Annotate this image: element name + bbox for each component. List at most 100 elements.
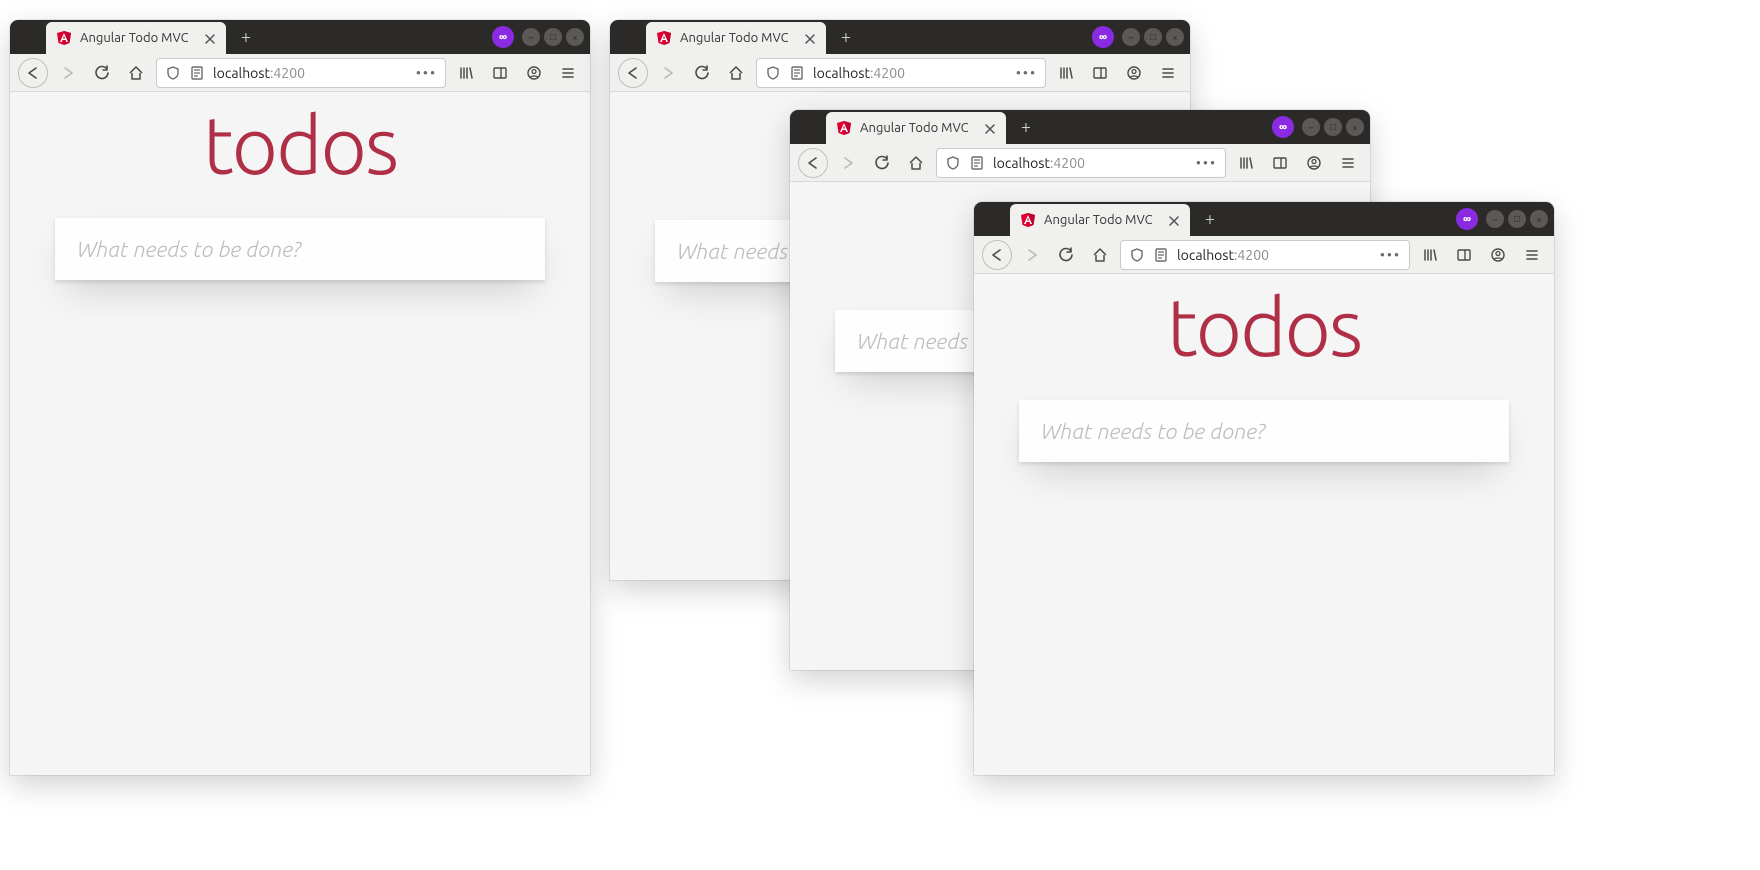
new-todo-input[interactable]: What needs to be done? [55, 218, 545, 280]
back-button[interactable] [798, 148, 828, 178]
navbar: localhost:4200 ••• [10, 54, 590, 92]
titlebar: Angular Todo MVC + ∞ – □ × [610, 20, 1190, 54]
close-window-button[interactable]: × [1346, 118, 1364, 136]
maximize-button[interactable]: □ [1324, 118, 1342, 136]
minimize-button[interactable]: – [1486, 210, 1504, 228]
page-content: todos What needs to be done? [974, 274, 1554, 775]
shield-icon [1129, 247, 1145, 263]
angular-icon [836, 120, 852, 136]
library-button[interactable] [1052, 59, 1080, 87]
home-button[interactable] [722, 59, 750, 87]
address-bar[interactable]: localhost:4200 ••• [1120, 240, 1410, 270]
library-button[interactable] [1416, 241, 1444, 269]
forward-button[interactable] [654, 59, 682, 87]
tab-title: Angular Todo MVC [860, 121, 974, 135]
new-todo-input[interactable]: What needs to be done? [1019, 400, 1509, 462]
close-tab-icon[interactable] [202, 31, 216, 45]
address-bar[interactable]: localhost:4200 ••• [156, 58, 446, 88]
minimize-button[interactable]: – [522, 28, 540, 46]
maximize-button[interactable]: □ [1508, 210, 1526, 228]
new-tab-button[interactable]: + [232, 23, 260, 51]
back-button[interactable] [982, 240, 1012, 270]
address-bar[interactable]: localhost:4200 ••• [756, 58, 1046, 88]
url-text: localhost:4200 [813, 65, 905, 81]
angular-icon [656, 30, 672, 46]
reload-button[interactable] [88, 59, 116, 87]
reload-button[interactable] [1052, 241, 1080, 269]
close-window-button[interactable]: × [566, 28, 584, 46]
home-button[interactable] [1086, 241, 1114, 269]
page-actions-icon[interactable]: ••• [416, 65, 437, 81]
address-bar[interactable]: localhost:4200 ••• [936, 148, 1226, 178]
sidebar-button[interactable] [1266, 149, 1294, 177]
private-browsing-icon: ∞ [1092, 26, 1114, 48]
library-button[interactable] [1232, 149, 1260, 177]
page-content: todos What needs to be done? [10, 92, 590, 775]
tab-title: Angular Todo MVC [680, 31, 794, 45]
menu-button[interactable] [1518, 241, 1546, 269]
forward-button[interactable] [1018, 241, 1046, 269]
titlebar: Angular Todo MVC + ∞ – □ × [790, 110, 1370, 144]
browser-tab[interactable]: Angular Todo MVC [826, 112, 1006, 144]
angular-icon [1020, 212, 1036, 228]
close-tab-icon[interactable] [1166, 213, 1180, 227]
close-window-button[interactable]: × [1166, 28, 1184, 46]
new-todo-placeholder: What needs to be done? [1041, 419, 1265, 444]
browser-window: Angular Todo MVC + ∞ – □ × localhost:420… [10, 20, 590, 775]
close-window-button[interactable]: × [1530, 210, 1548, 228]
browser-window: Angular Todo MVC + ∞ – □ × localhost:420… [974, 202, 1554, 775]
maximize-button[interactable]: □ [1144, 28, 1162, 46]
account-button[interactable] [520, 59, 548, 87]
menu-button[interactable] [554, 59, 582, 87]
browser-tab[interactable]: Angular Todo MVC [646, 22, 826, 54]
browser-tab[interactable]: Angular Todo MVC [46, 22, 226, 54]
angular-icon [56, 30, 72, 46]
page-actions-icon[interactable]: ••• [1380, 247, 1401, 263]
account-button[interactable] [1300, 149, 1328, 177]
maximize-button[interactable]: □ [544, 28, 562, 46]
url-text: localhost:4200 [1177, 247, 1269, 263]
close-tab-icon[interactable] [982, 121, 996, 135]
back-button[interactable] [18, 58, 48, 88]
page-info-icon [1153, 247, 1169, 263]
page-info-icon [789, 65, 805, 81]
menu-button[interactable] [1334, 149, 1362, 177]
library-button[interactable] [452, 59, 480, 87]
minimize-button[interactable]: – [1122, 28, 1140, 46]
url-text: localhost:4200 [993, 155, 1085, 171]
navbar: localhost:4200 ••• [790, 144, 1370, 182]
sidebar-button[interactable] [486, 59, 514, 87]
shield-icon [945, 155, 961, 171]
back-button[interactable] [618, 58, 648, 88]
home-button[interactable] [122, 59, 150, 87]
new-todo-placeholder: What needs to be done? [77, 237, 301, 262]
minimize-button[interactable]: – [1302, 118, 1320, 136]
sidebar-button[interactable] [1450, 241, 1478, 269]
home-button[interactable] [902, 149, 930, 177]
new-tab-button[interactable]: + [1196, 205, 1224, 233]
reload-button[interactable] [868, 149, 896, 177]
forward-button[interactable] [834, 149, 862, 177]
page-title: todos [203, 100, 397, 190]
menu-button[interactable] [1154, 59, 1182, 87]
page-title: todos [1167, 282, 1361, 372]
page-info-icon [969, 155, 985, 171]
private-browsing-icon: ∞ [492, 26, 514, 48]
forward-button[interactable] [54, 59, 82, 87]
shield-icon [765, 65, 781, 81]
navbar: localhost:4200 ••• [610, 54, 1190, 92]
account-button[interactable] [1484, 241, 1512, 269]
new-tab-button[interactable]: + [832, 23, 860, 51]
new-tab-button[interactable]: + [1012, 113, 1040, 141]
reload-button[interactable] [688, 59, 716, 87]
titlebar: Angular Todo MVC + ∞ – □ × [974, 202, 1554, 236]
account-button[interactable] [1120, 59, 1148, 87]
sidebar-button[interactable] [1086, 59, 1114, 87]
browser-tab[interactable]: Angular Todo MVC [1010, 204, 1190, 236]
page-info-icon [189, 65, 205, 81]
close-tab-icon[interactable] [802, 31, 816, 45]
page-actions-icon[interactable]: ••• [1196, 155, 1217, 171]
navbar: localhost:4200 ••• [974, 236, 1554, 274]
page-actions-icon[interactable]: ••• [1016, 65, 1037, 81]
titlebar: Angular Todo MVC + ∞ – □ × [10, 20, 590, 54]
